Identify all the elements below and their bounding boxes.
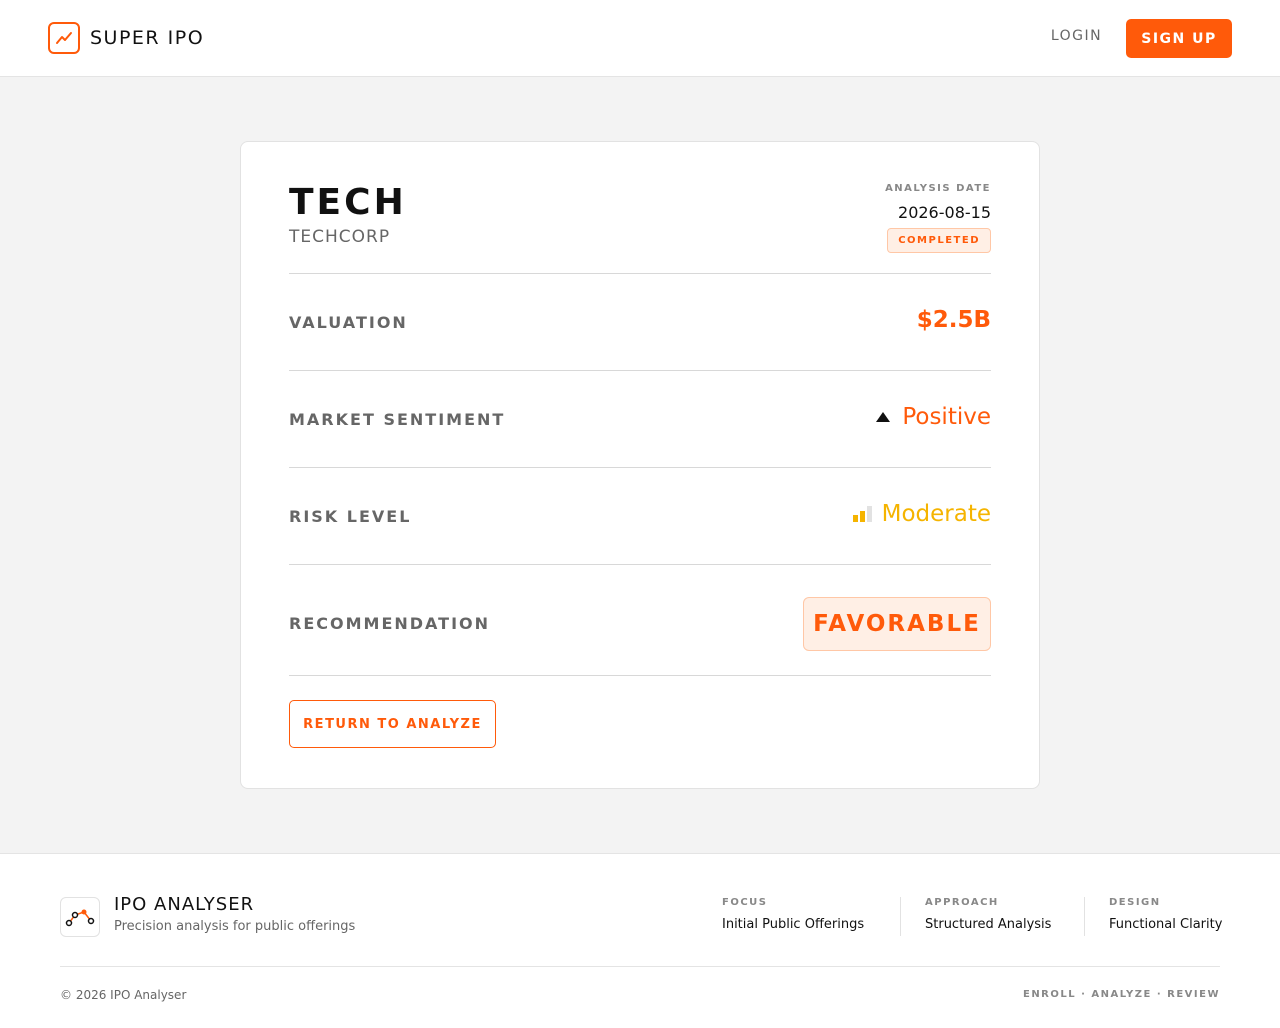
valuation-value: $2.5B: [916, 307, 991, 333]
vertical-separator: [1084, 897, 1085, 936]
market-sentiment-value: Positive: [902, 404, 991, 430]
footer-col-design: DESIGN Functional Clarity: [1109, 897, 1222, 932]
risk-level-value-wrap: Moderate: [852, 501, 991, 527]
recommendation-label: RECOMMENDATION: [289, 614, 491, 633]
recommendation-badge: FAVORABLE: [803, 597, 991, 651]
return-to-analyze-button[interactable]: RETURN TO ANALYZE: [289, 700, 496, 748]
signal-bars-icon: [852, 506, 872, 522]
footer-divider: [60, 966, 1220, 967]
vertical-separator: [900, 897, 901, 936]
divider: [289, 370, 991, 371]
footer: IPO ANALYSER Precision analysis for publ…: [0, 853, 1280, 1028]
footer-col-label: DESIGN: [1109, 897, 1161, 908]
footer-col-approach: APPROACH Structured Analysis: [925, 897, 1051, 932]
copyright: © 2026 IPO Analyser: [60, 988, 187, 1002]
risk-level-label: RISK LEVEL: [289, 507, 412, 526]
valuation-value-wrap: $2.5B: [917, 307, 991, 333]
analysis-result-card: TECH TECHCORP ANALYSIS DATE 2026-08-15 C…: [240, 141, 1040, 789]
footer-col-label: FOCUS: [722, 897, 768, 908]
footer-col-focus: FOCUS Initial Public Offerings: [722, 897, 864, 932]
footer-col-label: APPROACH: [925, 897, 999, 908]
footer-tagline: Precision analysis for public offerings: [114, 919, 356, 934]
brand-name: SUPER IPO: [90, 27, 205, 49]
analysis-date-value: 2026-08-15: [898, 203, 991, 222]
recommendation-value-wrap: FAVORABLE: [803, 597, 991, 651]
footer-title: IPO ANALYSER: [114, 894, 255, 915]
footer-links[interactable]: ENROLL · ANALYZE · REVIEW: [1023, 989, 1220, 1000]
analysis-date-label: ANALYSIS DATE: [885, 183, 991, 194]
login-button[interactable]: LOGIN: [1040, 28, 1113, 44]
divider: [289, 273, 991, 274]
footer-col-value: Initial Public Offerings: [722, 917, 865, 932]
divider: [289, 564, 991, 565]
market-sentiment-value-wrap: Positive: [876, 404, 991, 430]
divider: [289, 467, 991, 468]
market-sentiment-label: MARKET SENTIMENT: [289, 410, 506, 429]
valuation-label: VALUATION: [289, 313, 408, 332]
divider: [289, 675, 991, 676]
signup-button[interactable]: SIGN UP: [1126, 19, 1232, 58]
risk-level-value: Moderate: [881, 501, 991, 527]
status-badge: COMPLETED: [887, 228, 991, 253]
ticker-symbol: TECH: [289, 182, 407, 223]
top-nav: SUPER IPO LOGIN SIGN UP: [0, 0, 1280, 77]
triangle-up-icon: [876, 412, 891, 422]
brand[interactable]: SUPER IPO: [48, 22, 204, 54]
footer-col-value: Functional Clarity: [1109, 917, 1223, 932]
trend-chart-icon: [48, 22, 80, 54]
footer-col-value: Structured Analysis: [925, 917, 1052, 932]
company-name: TECHCORP: [289, 227, 391, 247]
network-logo-icon: [60, 897, 100, 937]
